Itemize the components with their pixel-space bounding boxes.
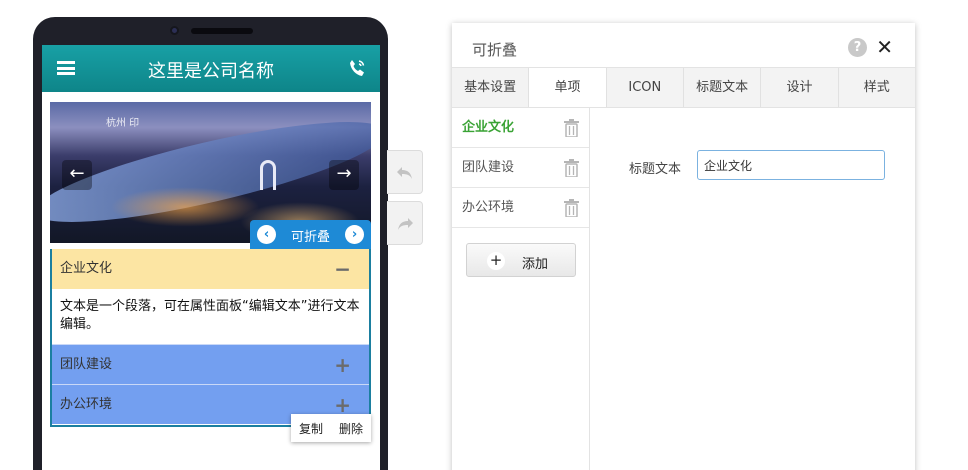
item-label: 企业文化 bbox=[462, 120, 515, 135]
copy-button[interactable]: 复制 bbox=[291, 414, 331, 442]
accordion-header-1[interactable]: 团队建设 + bbox=[52, 344, 369, 384]
title-text-label: 标题文本 bbox=[629, 162, 682, 177]
app-header: 这里是公司名称 bbox=[42, 45, 380, 92]
accordion-title: 企业文化 bbox=[60, 261, 113, 276]
tab-icon[interactable]: ICON bbox=[607, 68, 684, 107]
banner-prev-arrow-icon[interactable]: ← bbox=[62, 160, 92, 190]
phone-screen: 这里是公司名称 杭州 印 ← → ‹ 可折叠 › 企业文化 − 文本是一个段落，… bbox=[42, 45, 380, 470]
close-icon[interactable]: ✕ bbox=[876, 35, 893, 59]
property-panel: 可折叠 ? ✕ 基本设置 单项 ICON 标题文本 设计 样式 企业文化 团队建… bbox=[452, 23, 915, 470]
delete-button[interactable]: 删除 bbox=[331, 414, 371, 442]
item-row[interactable]: 企业文化 bbox=[452, 108, 589, 148]
panel-tabs: 基本设置 单项 ICON 标题文本 设计 样式 bbox=[452, 67, 915, 108]
trash-icon[interactable] bbox=[564, 199, 579, 217]
phone-speaker bbox=[191, 28, 253, 34]
phone-camera bbox=[170, 26, 179, 35]
item-row[interactable]: 团队建设 bbox=[452, 148, 589, 188]
accordion-title: 团队建设 bbox=[60, 357, 113, 372]
add-item-button[interactable]: + 添加 bbox=[466, 243, 576, 277]
item-row[interactable]: 办公环境 bbox=[452, 188, 589, 228]
accordion-title: 办公环境 bbox=[60, 397, 113, 412]
trash-icon[interactable] bbox=[564, 159, 579, 177]
banner-landmark bbox=[260, 160, 276, 190]
redo-button[interactable] bbox=[387, 201, 423, 245]
panel-title: 可折叠 bbox=[472, 41, 518, 59]
tab-title-text[interactable]: 标题文本 bbox=[684, 68, 762, 107]
banner-city-lights bbox=[110, 187, 260, 227]
title-text-input[interactable] bbox=[697, 150, 885, 180]
undo-icon bbox=[397, 167, 412, 179]
item-list: 企业文化 团队建设 办公环境 + 添加 bbox=[452, 108, 590, 470]
accordion: 企业文化 − 文本是一个段落，可在属性面板“编辑文本”进行文本编辑。 团队建设 … bbox=[50, 249, 371, 427]
editor-stage: 这里是公司名称 杭州 印 ← → ‹ 可折叠 › 企业文化 − 文本是一个段落，… bbox=[0, 0, 968, 470]
tab-style[interactable]: 样式 bbox=[839, 68, 915, 107]
trash-icon[interactable] bbox=[564, 119, 579, 137]
plus-icon: + bbox=[487, 252, 505, 270]
phone-frame: 这里是公司名称 杭州 印 ← → ‹ 可折叠 › 企业文化 − 文本是一个段落，… bbox=[33, 17, 388, 470]
redo-icon bbox=[398, 218, 413, 230]
tag-next-icon[interactable]: › bbox=[345, 225, 364, 244]
tab-items[interactable]: 单项 bbox=[529, 68, 607, 107]
tab-basic-settings[interactable]: 基本设置 bbox=[452, 68, 530, 107]
collapse-minus-icon[interactable]: − bbox=[334, 249, 351, 289]
item-label: 团队建设 bbox=[462, 160, 515, 175]
expand-plus-icon[interactable]: + bbox=[334, 345, 351, 385]
add-item-label: 添加 bbox=[522, 257, 549, 272]
app-title: 这里是公司名称 bbox=[148, 61, 274, 82]
banner-next-arrow-icon[interactable]: → bbox=[329, 160, 359, 190]
component-tag: ‹ 可折叠 › bbox=[250, 220, 371, 249]
item-label: 办公环境 bbox=[462, 200, 515, 215]
accordion-header-0[interactable]: 企业文化 − bbox=[52, 249, 369, 289]
phone-call-icon[interactable] bbox=[348, 58, 366, 78]
accordion-content: 文本是一个段落，可在属性面板“编辑文本”进行文本编辑。 bbox=[52, 289, 369, 344]
menu-icon[interactable] bbox=[57, 61, 75, 75]
help-icon[interactable]: ? bbox=[848, 38, 867, 57]
tab-design[interactable]: 设计 bbox=[761, 68, 839, 107]
undo-button[interactable] bbox=[387, 150, 423, 194]
banner-logo: 杭州 印 bbox=[106, 118, 140, 129]
component-actions: 复制 删除 bbox=[291, 414, 372, 442]
